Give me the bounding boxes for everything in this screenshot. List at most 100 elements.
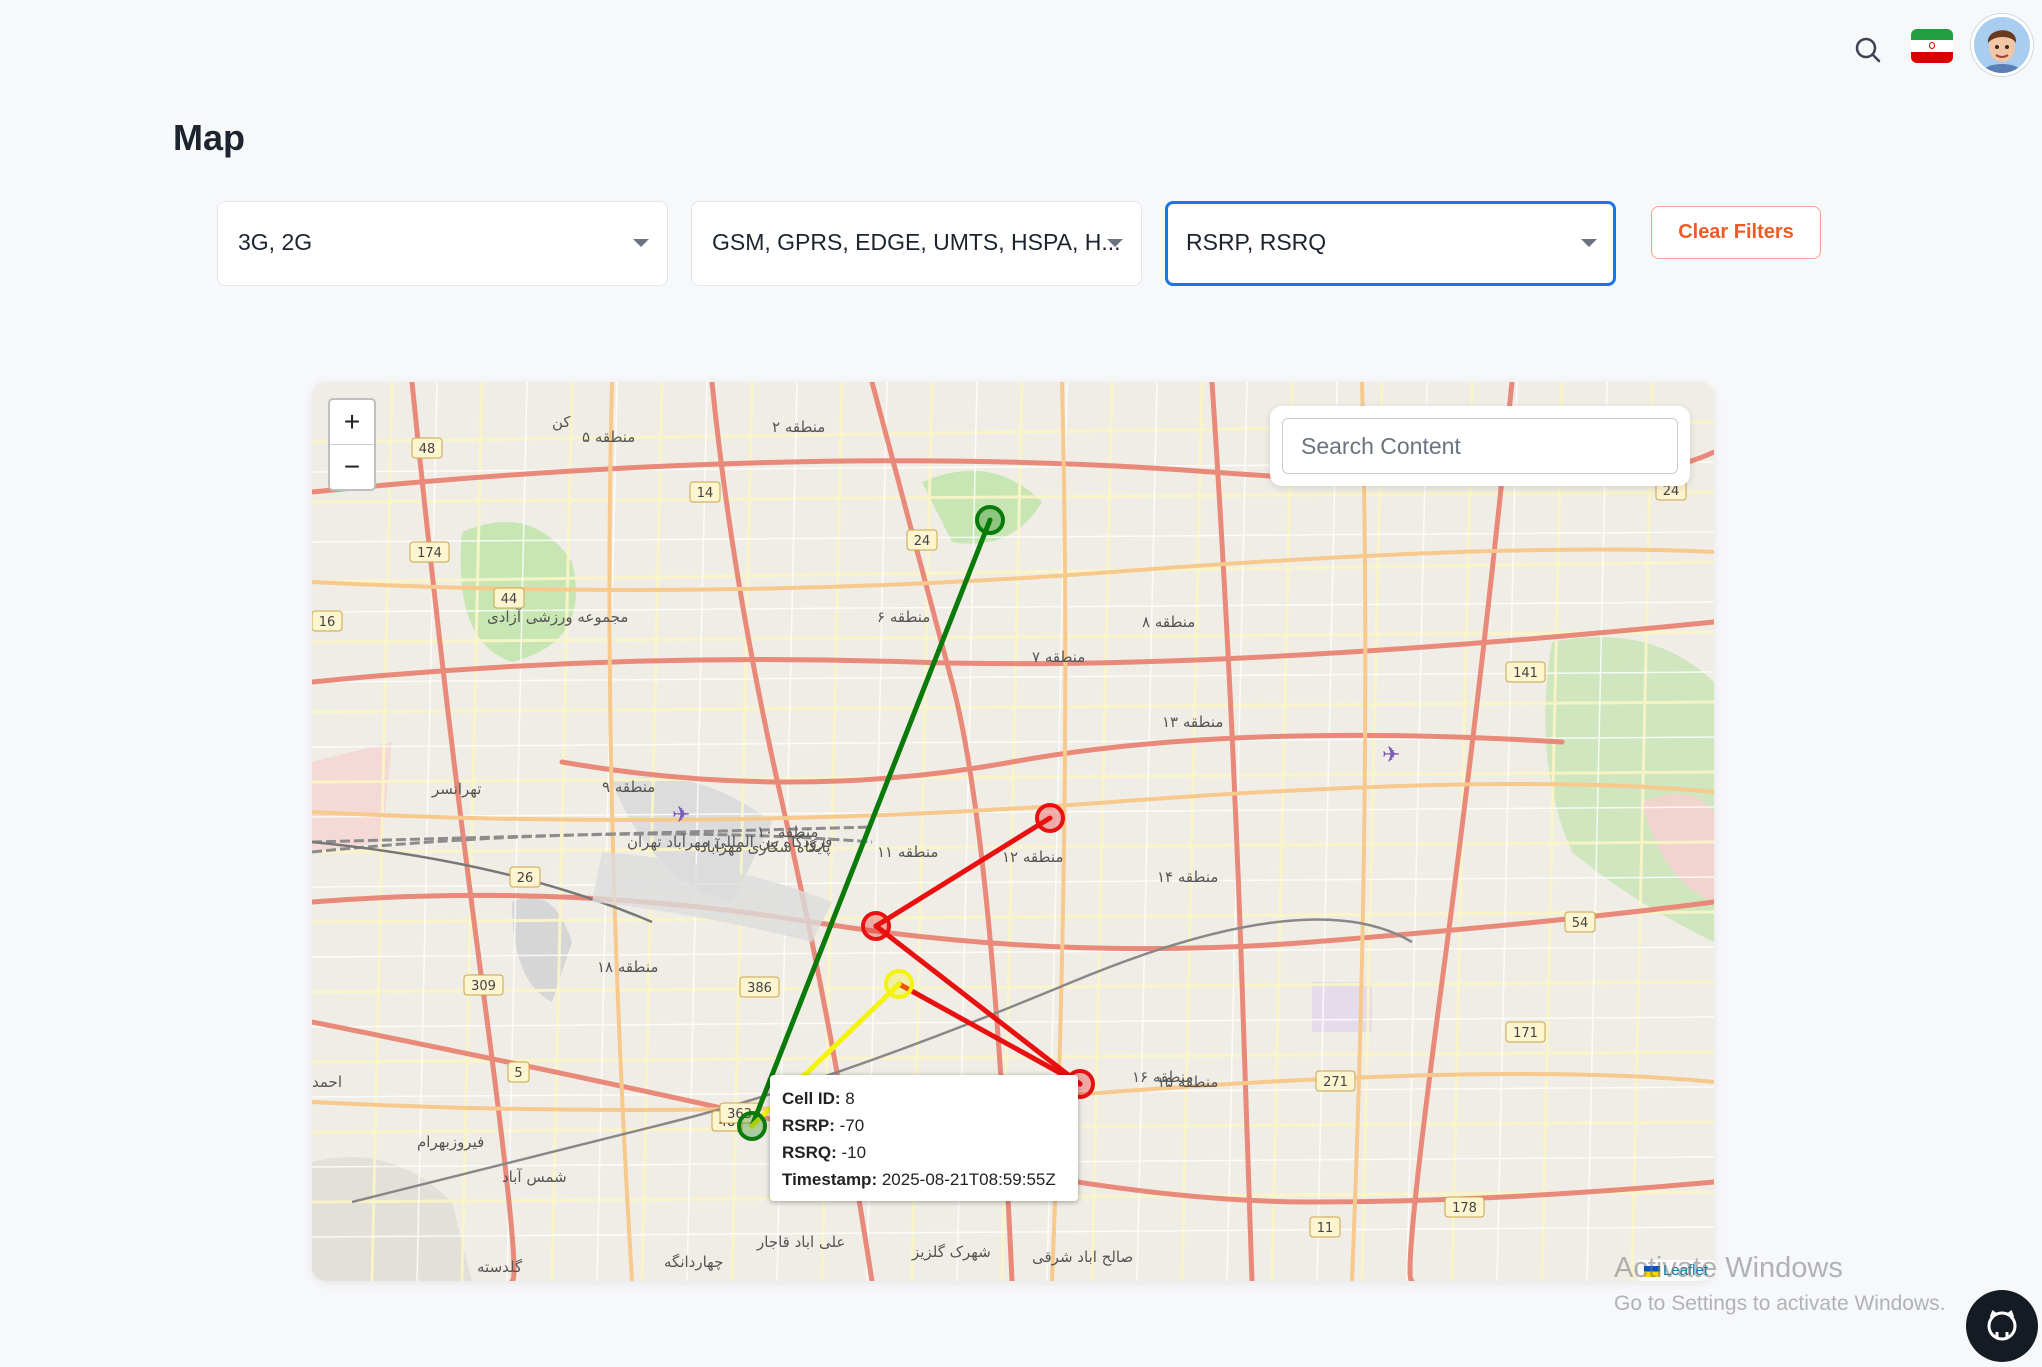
road-shield: 5 (507, 1061, 530, 1083)
svg-text:✈: ✈ (672, 803, 690, 828)
zoom-in-button[interactable]: + (330, 400, 374, 444)
map-search-input[interactable] (1282, 418, 1678, 474)
map-place-label: احمد (312, 1073, 342, 1091)
flag-emblem-icon (1929, 42, 1935, 50)
map-place-label: منطقه ۱۱ (877, 843, 938, 861)
svg-text:24: 24 (1663, 484, 1680, 499)
svg-text:271: 271 (1323, 1075, 1348, 1090)
windows-watermark-subtitle: Go to Settings to activate Windows. (1614, 1292, 1946, 1315)
zoom-control: + − (328, 398, 376, 491)
cell-marker[interactable] (1035, 803, 1065, 833)
map-place-label: منطقه ۱۸ (597, 958, 658, 976)
map-place-label: منطقه ۹ (602, 778, 655, 796)
map-place-label: منطقه ۸ (1142, 613, 1195, 631)
svg-text:✈: ✈ (1382, 743, 1400, 768)
svg-text:26: 26 (517, 871, 534, 886)
timestamp-value: 2025-08-21T08:59:55Z (881, 1170, 1056, 1189)
chevron-down-icon (633, 239, 649, 247)
map-place-label: منطقه ۱۲ (1002, 848, 1063, 866)
map-place-label: شمس آباد (502, 1168, 567, 1186)
cell-marker[interactable] (975, 505, 1005, 535)
map-place-label: منطقه ۱۳ (1162, 713, 1223, 731)
map-place-label: منطقه ۶ (877, 608, 930, 626)
timestamp-label: Timestamp: (782, 1170, 878, 1189)
metric-value: RSRP, RSRQ (1186, 229, 1327, 255)
map-place-label: منطقه ۲ (772, 418, 825, 436)
search-icon (1855, 37, 1881, 63)
svg-text:178: 178 (1452, 1201, 1477, 1216)
github-button[interactable] (1966, 1290, 2038, 1362)
github-icon (1987, 1310, 2017, 1341)
map-place-label: منطقه ۱۶ (1132, 1068, 1193, 1086)
road-shield: 24 (906, 529, 938, 551)
map-place-label: مجموعه ورزشی آزادی (487, 608, 628, 626)
cell-id-value: 8 (845, 1089, 855, 1108)
road-shield: 48 (411, 437, 443, 459)
road-shield: 26 (509, 866, 541, 888)
user-avatar-icon (1974, 17, 2030, 73)
map-place-label: منطقه ۷ (1032, 648, 1085, 666)
svg-text:48: 48 (419, 442, 436, 457)
map-place-label: کن (552, 413, 571, 431)
map-place-label: فیروزبهرام (417, 1133, 484, 1151)
search-button[interactable] (1846, 28, 1890, 72)
map-place-label: صالح اباد شرقی (1032, 1248, 1133, 1266)
clear-filters-button[interactable]: Clear Filters (1651, 206, 1821, 259)
map-place-label: پایگاه شکاری مهرآباد (700, 838, 830, 857)
svg-text:5: 5 (514, 1066, 522, 1081)
road-shield: 309 (463, 974, 504, 996)
rsrp-value: -70 (839, 1116, 865, 1135)
avatar[interactable] (1971, 14, 2033, 76)
map-place-label: علی اباد قاجار (756, 1233, 845, 1251)
map-place-label: تهرانسر (431, 780, 481, 798)
svg-text:44: 44 (501, 592, 518, 607)
map-place-label: منطقه ۵ (582, 428, 635, 446)
metric-select[interactable]: RSRP, RSRQ (1165, 201, 1616, 286)
language-flag-button[interactable] (1911, 29, 1953, 63)
page-title: Map (173, 117, 245, 158)
svg-text:11: 11 (1317, 1221, 1334, 1236)
chevron-down-icon (1107, 239, 1123, 247)
rsrq-label: RSRQ: (782, 1143, 837, 1162)
road-shield: 178 (1444, 1196, 1485, 1218)
svg-text:24: 24 (914, 534, 931, 549)
road-shield: 171 (1505, 1021, 1546, 1043)
svg-text:14: 14 (697, 486, 714, 501)
road-shield: 44 (493, 587, 525, 609)
chevron-down-icon (1581, 239, 1597, 247)
windows-watermark-title: Activate Windows (1614, 1252, 1843, 1284)
road-shield: 16 (312, 610, 343, 632)
map-view[interactable]: ✈ ✈ منطقه ۲ منطقه ۵ منطقه ۶ منطقه ۷ منطقه ۸ م… (312, 382, 1714, 1281)
network-type-value: 3G, 2G (238, 229, 313, 255)
map-place-label: گلدسته (477, 1258, 523, 1276)
svg-text:141: 141 (1513, 666, 1538, 681)
map-place-label: منطقه ۱۴ (1157, 868, 1218, 886)
cell-marker[interactable] (737, 1111, 767, 1141)
cell-id-label: Cell ID: (782, 1089, 841, 1108)
technology-value: GSM, GPRS, EDGE, UMTS, HSPA, H... (712, 229, 1121, 255)
svg-text:54: 54 (1572, 916, 1589, 931)
network-type-select[interactable]: 3G, 2G (217, 201, 668, 286)
map-search-panel (1270, 406, 1690, 486)
road-shield: 54 (1564, 911, 1596, 933)
road-shield: 174 (409, 541, 450, 563)
svg-text:16: 16 (319, 615, 336, 630)
road-shield: 141 (1505, 661, 1546, 683)
svg-text:171: 171 (1513, 1026, 1538, 1041)
road-shield: 271 (1315, 1070, 1356, 1092)
zoom-out-button[interactable]: − (330, 444, 374, 489)
cell-marker[interactable] (884, 969, 914, 999)
technology-select[interactable]: GSM, GPRS, EDGE, UMTS, HSPA, H... (691, 201, 1142, 286)
road-shield: 14 (689, 481, 721, 503)
svg-text:386: 386 (747, 981, 772, 996)
cell-marker[interactable] (861, 911, 891, 941)
rsrq-value: -10 (841, 1143, 867, 1162)
rsrp-label: RSRP: (782, 1116, 835, 1135)
map-place-label: شهرک گلزیز (911, 1243, 991, 1261)
map-place-label: چهاردانگه (664, 1253, 723, 1271)
road-shield: 386 (739, 976, 780, 998)
svg-text:174: 174 (417, 546, 442, 561)
svg-text:309: 309 (471, 979, 496, 994)
cell-tooltip: Cell ID: 8 RSRP: -70 RSRQ: -10 Timestamp… (770, 1075, 1078, 1201)
road-shield: 11 (1309, 1216, 1341, 1238)
